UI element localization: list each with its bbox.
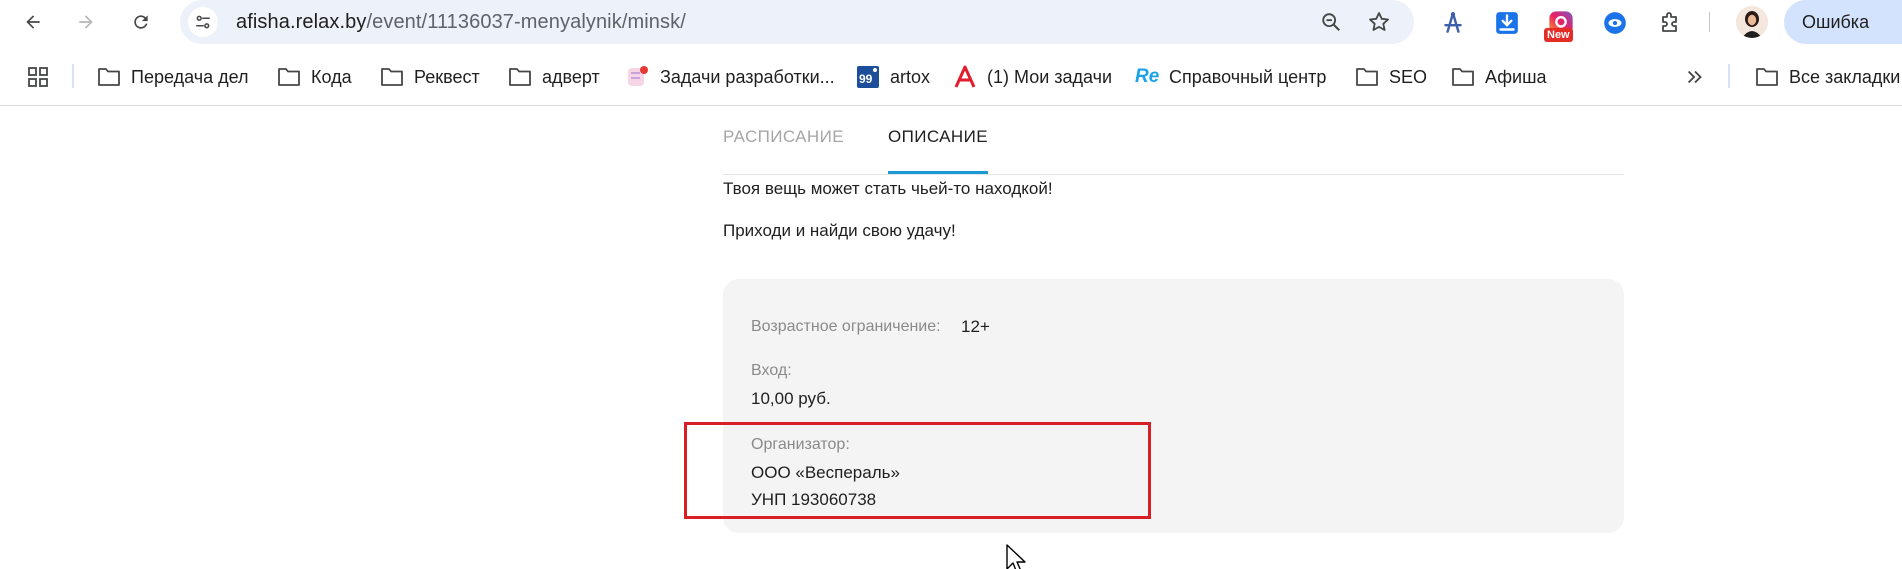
extensions-menu-button[interactable] xyxy=(1655,8,1685,38)
bookmark-label: Справочный центр xyxy=(1169,66,1327,87)
bookmark-folder-rekvest[interactable]: Реквест xyxy=(380,63,480,91)
reload-icon xyxy=(134,15,148,29)
bookmark-label: Афиша xyxy=(1485,66,1547,87)
re-logo-icon: Re xyxy=(1135,66,1160,87)
folder-icon xyxy=(1356,68,1378,86)
all-bookmarks-label: Все закладки xyxy=(1789,66,1901,87)
bookmark-label: Реквест xyxy=(414,66,480,87)
bookmark-spravochny-centr[interactable]: Re Справочный центр xyxy=(1135,63,1326,91)
browser-toolbar: afisha.relax.by/event/11136037-menyalyni… xyxy=(0,0,1902,44)
folder-icon xyxy=(98,68,120,86)
bookmark-label: адверт xyxy=(542,66,600,87)
bookmark-folder-koda[interactable]: Кода xyxy=(277,63,352,91)
entry-price: 10,00 руб. xyxy=(751,389,831,408)
bookmark-label: artox xyxy=(890,66,931,87)
bookmarks-divider xyxy=(72,64,74,88)
bookmark-label: Передача дел xyxy=(131,66,249,87)
bookmark-moi-zadachi[interactable]: (1) Мои задачи xyxy=(953,63,1112,91)
profile-error-button[interactable]: Ошибка xyxy=(1784,0,1902,44)
folder-icon xyxy=(381,68,403,86)
download-icon xyxy=(1496,12,1518,34)
artox-logo-text: 99 xyxy=(859,72,873,86)
extension-tool[interactable] xyxy=(1438,8,1468,38)
profile-error-label: Ошибка xyxy=(1802,12,1870,32)
bookmark-label: Задачи разработки... xyxy=(660,66,835,87)
url-path: /event/11136037-menyalynik/minsk/ xyxy=(366,11,686,33)
zoom-button[interactable] xyxy=(1319,10,1343,34)
puzzle-icon xyxy=(1662,12,1677,32)
bookmark-folder-seo[interactable]: SEO xyxy=(1355,63,1427,91)
active-tab-indicator xyxy=(888,171,988,174)
eye-icon xyxy=(1604,12,1626,34)
bookmarks-overflow-button[interactable] xyxy=(1684,63,1706,91)
bookmark-label: Кода xyxy=(311,66,352,87)
toolbar-divider xyxy=(1709,12,1710,32)
bookmark-folder-afisha[interactable]: Афиша xyxy=(1451,63,1547,91)
bookmark-artox[interactable]: 99 artox xyxy=(856,63,930,91)
url-host: afisha.relax.by xyxy=(236,11,367,33)
brand-a-icon xyxy=(954,65,976,88)
tab-description[interactable]: ОПИСАНИЕ xyxy=(888,127,988,147)
extension-eye[interactable] xyxy=(1600,8,1630,38)
artox-logo-icon: 99 xyxy=(857,66,879,88)
compass-icon xyxy=(1444,12,1462,33)
folder-icon xyxy=(1756,68,1778,86)
bookmarks-divider xyxy=(1728,64,1730,88)
tab-schedule[interactable]: РАСПИСАНИЕ xyxy=(723,127,844,147)
extension-new[interactable]: New xyxy=(1544,8,1576,42)
bookmark-folder-peredacha[interactable]: Передача дел xyxy=(97,63,249,91)
star-icon xyxy=(1369,12,1389,31)
description-line: Приходи и найди свою удачу! xyxy=(723,221,956,240)
new-badge: New xyxy=(1544,28,1573,42)
avatar[interactable] xyxy=(1736,6,1768,38)
back-button[interactable] xyxy=(17,6,49,38)
description-line: Твоя вещь может стать чьей-то находкой! xyxy=(723,179,1053,198)
age-restriction-value: 12+ xyxy=(961,317,990,336)
age-restriction-label: Возрастное ограничение: xyxy=(751,318,941,335)
bookmark-label: (1) Мои задачи xyxy=(987,66,1113,87)
arrow-left-icon xyxy=(26,15,40,29)
extension-downloader[interactable] xyxy=(1492,8,1522,38)
all-bookmarks-button[interactable]: Все закладки xyxy=(1755,63,1900,91)
apps-grid-icon xyxy=(28,67,48,87)
page-content: РАСПИСАНИЕ ОПИСАНИЕ Твоя вещь может стат… xyxy=(0,107,1902,569)
profile-photo-icon xyxy=(1736,6,1768,38)
address-bar[interactable]: afisha.relax.by/event/11136037-menyalyni… xyxy=(180,0,1414,44)
site-info-button[interactable] xyxy=(188,7,218,37)
entry-label: Вход: xyxy=(751,362,792,379)
arrow-right-icon xyxy=(79,15,93,29)
folder-icon xyxy=(278,68,300,86)
folder-icon xyxy=(509,68,531,86)
reload-button[interactable] xyxy=(125,6,157,38)
double-chevron-right-icon xyxy=(1687,70,1702,84)
bookmark-folder-advert[interactable]: адверт xyxy=(508,63,600,91)
apps-button[interactable] xyxy=(26,63,50,91)
folder-icon xyxy=(1452,68,1474,86)
bookmark-label: SEO xyxy=(1389,66,1428,87)
zoom-out-icon xyxy=(1322,13,1340,31)
mouse-cursor-icon xyxy=(1006,544,1026,569)
organizer-highlight-box xyxy=(684,422,1151,519)
bookmarks-bar: Передача дел Кода Реквест адверт Задачи … xyxy=(0,48,1902,106)
url-text[interactable]: afisha.relax.by/event/11136037-menyalyni… xyxy=(236,11,686,34)
forward-button[interactable] xyxy=(70,6,102,38)
event-tabs: РАСПИСАНИЕ ОПИСАНИЕ xyxy=(723,107,1624,175)
bookmark-zadachi[interactable]: Задачи разработки... xyxy=(626,63,835,91)
tune-icon xyxy=(196,15,210,29)
task-board-icon xyxy=(628,66,648,86)
bookmark-star-button[interactable] xyxy=(1367,10,1391,34)
